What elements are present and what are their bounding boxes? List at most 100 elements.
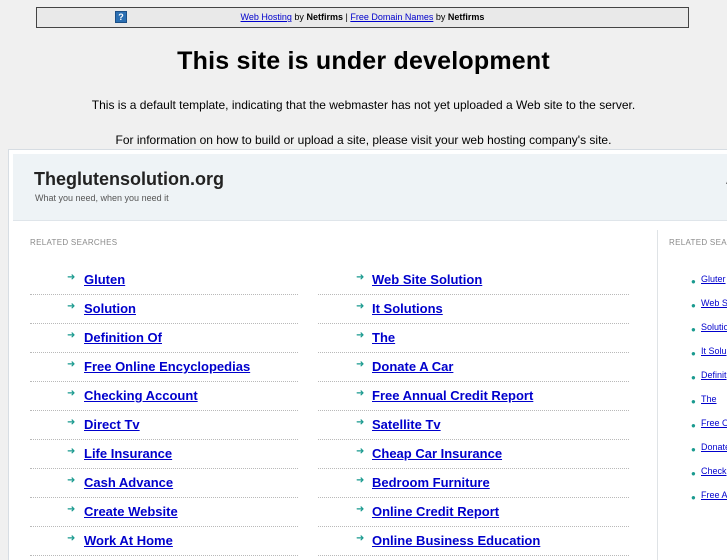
site-header: Theglutensolution.org What you need, whe… (13, 154, 727, 221)
netfirms-brand: Netfirms (306, 12, 343, 22)
list-item[interactable]: ➜ Donate A Car (318, 353, 629, 382)
arrow-right-icon: ➜ (356, 301, 365, 312)
arrow-right-icon: ➜ (356, 475, 365, 486)
arrow-right-icon: ➜ (356, 446, 365, 457)
bullet-icon: ● (691, 445, 696, 454)
list-item[interactable]: ➜ Free Annual Credit Report (318, 382, 629, 411)
arrow-right-icon: ➜ (67, 475, 76, 486)
related-search-link[interactable]: Cash Advance (84, 475, 173, 490)
list-item[interactable]: ➜ Online Credit Report (318, 498, 629, 527)
related-search-link[interactable]: Satellite Tv (372, 417, 441, 432)
related-search-link[interactable]: It Solutions (372, 301, 443, 316)
list-item[interactable]: ● Free A (687, 489, 727, 513)
site-tagline: What you need, when you need it (35, 193, 169, 203)
site-title[interactable]: Theglutensolution.org (34, 169, 224, 190)
arrow-right-icon: ➜ (67, 330, 76, 341)
list-item[interactable]: ➜ Definition Of (30, 324, 298, 353)
arrow-right-icon: ➜ (67, 504, 76, 515)
related-search-link[interactable]: Online Credit Report (372, 504, 499, 519)
related-search-link[interactable]: Checking Account (84, 388, 198, 403)
bullet-icon: ● (691, 277, 696, 286)
page-title: This site is under development (177, 47, 550, 75)
list-item[interactable]: ➜ Online Business Education (318, 527, 629, 556)
related-search-link[interactable]: Bedroom Furniture (372, 475, 490, 490)
related-search-link[interactable]: Life Insurance (84, 446, 172, 461)
bullet-icon: ● (691, 325, 696, 334)
related-search-link[interactable]: Donate (701, 442, 727, 452)
list-item[interactable]: ➜ Bedroom Furniture (318, 469, 629, 498)
list-item[interactable]: ● It Solu (687, 345, 727, 369)
list-item[interactable]: ➜ It Solutions (318, 295, 629, 324)
web-hosting-link[interactable]: Web Hosting (241, 12, 292, 22)
related-search-link[interactable]: Free O (701, 418, 727, 428)
info-paragraph: For information on how to build or uploa… (115, 133, 612, 147)
related-search-link[interactable]: Definit (701, 370, 727, 380)
related-search-link[interactable]: Check (701, 466, 727, 476)
related-search-link[interactable]: Free Annual Credit Report (372, 388, 533, 403)
arrow-right-icon: ➜ (67, 446, 76, 457)
list-item[interactable]: ➜ Web Site Solution (318, 266, 629, 295)
arrow-right-icon: ➜ (67, 272, 76, 283)
related-search-link[interactable]: Solutio (701, 322, 727, 332)
related-search-link[interactable]: It Solu (701, 346, 727, 356)
list-item[interactable]: ● Definit (687, 369, 727, 393)
arrow-right-icon: ➜ (67, 417, 76, 428)
parked-page-frame: Theglutensolution.org What you need, whe… (8, 149, 727, 560)
list-item[interactable]: ● Gluter (687, 273, 727, 297)
free-domain-names-link[interactable]: Free Domain Names (350, 12, 433, 22)
bullet-icon: ● (691, 373, 696, 382)
info-paragraph: This is a default template, indicating t… (91, 98, 636, 112)
list-item[interactable]: ➜ Work At Home (30, 527, 298, 556)
related-search-link[interactable]: The (701, 394, 717, 404)
arrow-right-icon: ➜ (356, 359, 365, 370)
list-item[interactable]: ➜ Checking Account (30, 382, 298, 411)
related-search-link[interactable]: Gluten (84, 272, 125, 287)
list-item[interactable]: ➜ Cash Advance (30, 469, 298, 498)
netfirms-brand: Netfirms (447, 12, 485, 22)
bullet-icon: ● (691, 349, 696, 358)
related-search-link[interactable]: Cheap Car Insurance (372, 446, 502, 461)
arrow-right-icon: ➜ (356, 504, 365, 515)
list-item[interactable]: ➜ Solution (30, 295, 298, 324)
related-search-link[interactable]: Solution (84, 301, 136, 316)
list-item[interactable]: ● Donate (687, 441, 727, 465)
list-item[interactable]: ➜ Cheap Car Insurance (318, 440, 629, 469)
list-item[interactable]: ● Web S (687, 297, 727, 321)
related-search-link[interactable]: Donate A Car (372, 359, 453, 374)
arrow-right-icon: ➜ (67, 301, 76, 312)
related-searches-label: RELATED SEARCHES (30, 238, 118, 247)
list-item[interactable]: ● Free O (687, 417, 727, 441)
arrow-right-icon: ➜ (356, 272, 365, 283)
list-item[interactable]: ● The (687, 393, 727, 417)
related-search-link[interactable]: Definition Of (84, 330, 162, 345)
bullet-icon: ● (691, 397, 696, 406)
bullet-icon: ● (691, 469, 696, 478)
arrow-right-icon: ➜ (356, 388, 365, 399)
related-search-link[interactable]: Online Business Education (372, 533, 540, 548)
list-item[interactable]: ➜ Free Online Encyclopedias (30, 353, 298, 382)
arrow-right-icon: ➜ (67, 359, 76, 370)
related-list-mid: ➜ Web Site Solution ➜ It Solutions ➜ The ➜ Dona… (318, 266, 629, 556)
related-search-link[interactable]: Create Website (84, 504, 178, 519)
list-item[interactable]: ➜ Life Insurance (30, 440, 298, 469)
arrow-right-icon: ➜ (67, 533, 76, 544)
related-search-link[interactable]: Gluter (701, 274, 726, 284)
list-item[interactable]: ➜ Create Website (30, 498, 298, 527)
list-item[interactable]: ➜ The (318, 324, 629, 353)
related-list-right: ● Gluter ● Web S ● Solutio ● It Solu ● Definit ● Th… (687, 273, 727, 513)
related-search-link[interactable]: Work At Home (84, 533, 173, 548)
related-search-link[interactable]: Web S (701, 298, 727, 308)
related-search-link[interactable]: Free Online Encyclopedias (84, 359, 250, 374)
related-searches-label-right: RELATED SEA (669, 238, 727, 247)
list-item[interactable]: ➜ Direct Tv (30, 411, 298, 440)
arrow-right-icon: ➜ (356, 533, 365, 544)
list-item[interactable]: ● Check (687, 465, 727, 489)
related-search-link[interactable]: Direct Tv (84, 417, 140, 432)
list-item[interactable]: ● Solutio (687, 321, 727, 345)
by-text: by (435, 12, 446, 22)
related-search-link[interactable]: Free A (701, 490, 727, 500)
list-item[interactable]: ➜ Satellite Tv (318, 411, 629, 440)
related-search-link[interactable]: Web Site Solution (372, 272, 482, 287)
list-item[interactable]: ➜ Gluten (30, 266, 298, 295)
related-search-link[interactable]: The (372, 330, 395, 345)
